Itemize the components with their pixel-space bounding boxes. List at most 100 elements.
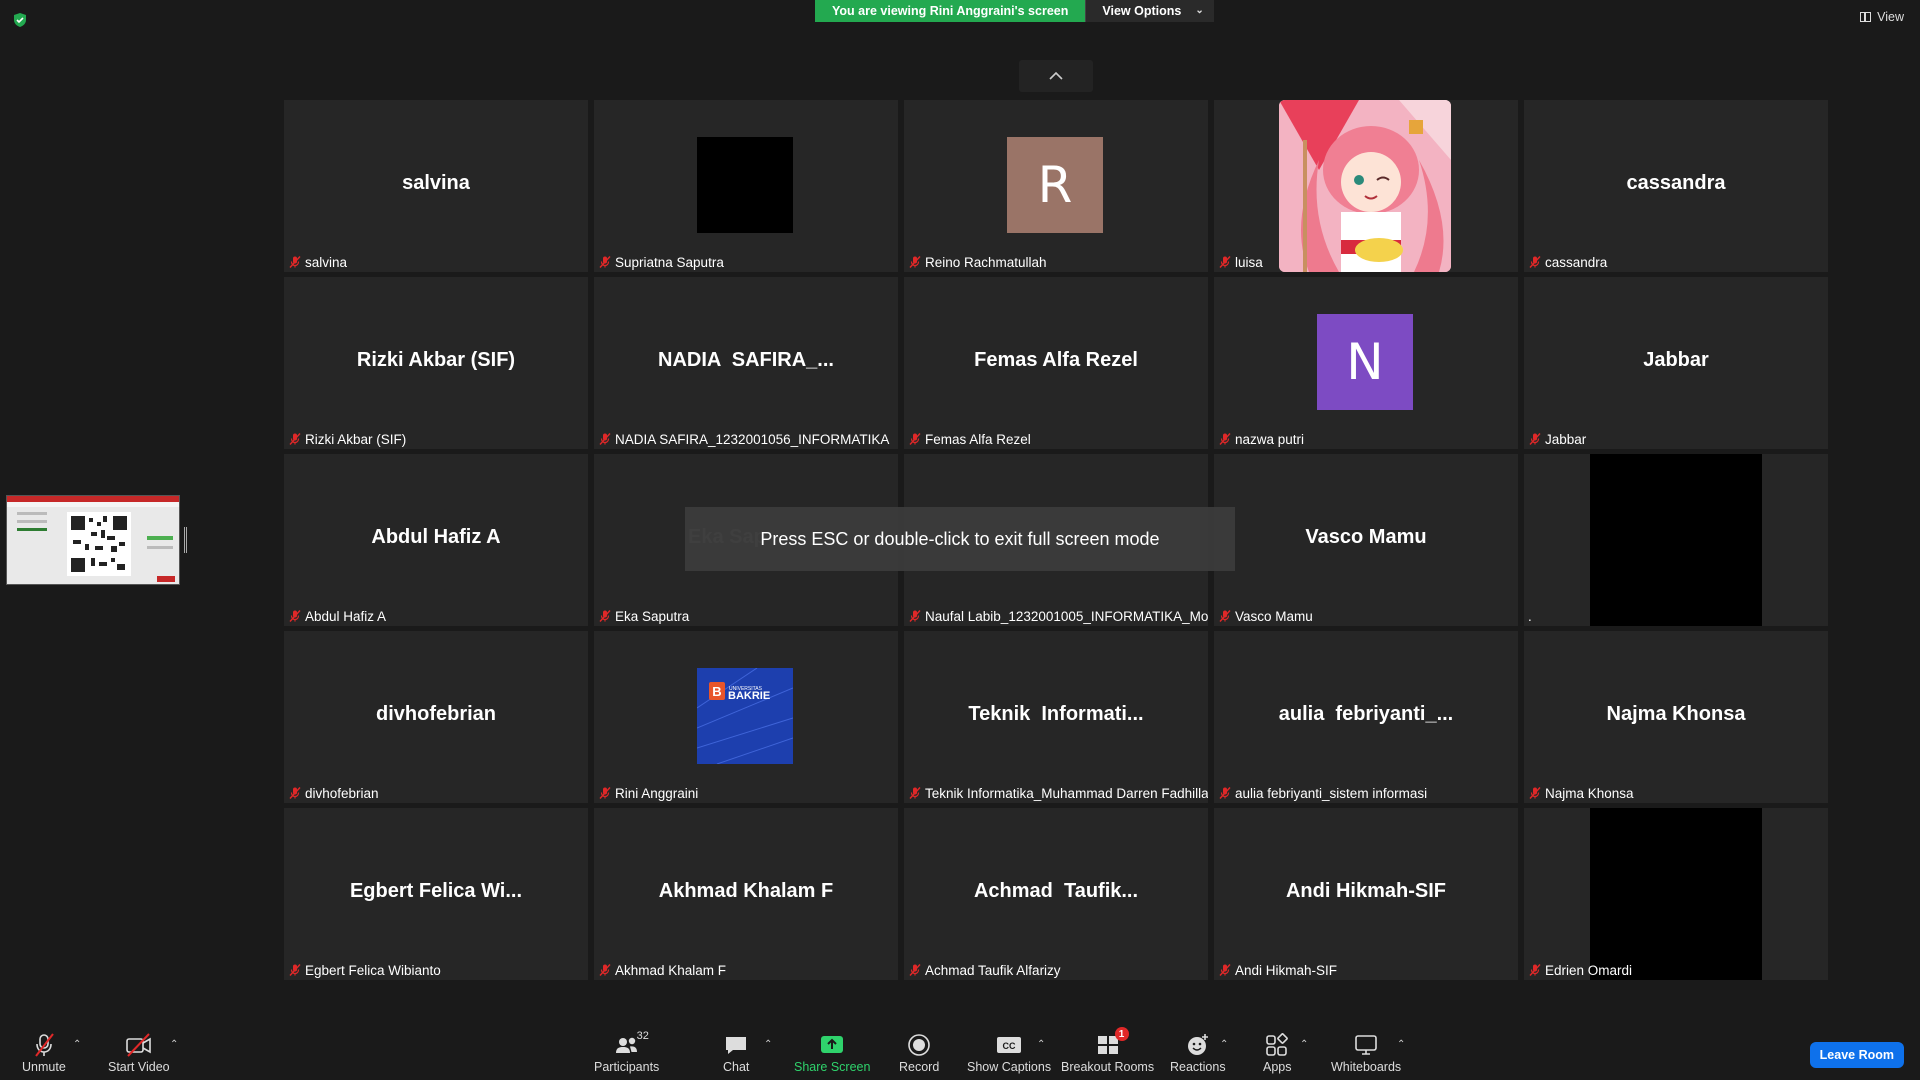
participant-tile[interactable]: Akhmad Khalam F Akhmad Khalam F <box>594 808 898 980</box>
whiteboards-options-caret-icon[interactable]: ⌃ <box>1397 1039 1405 1050</box>
apps-label: Apps <box>1263 1060 1292 1074</box>
screen-share-banner: You are viewing Rini Anggraini's screen … <box>815 0 1214 22</box>
captions-options-caret-icon[interactable]: ⌃ <box>1037 1039 1045 1050</box>
participant-display-name: cassandra <box>1626 172 1726 194</box>
participant-label: Rizki Akbar (SIF) <box>288 429 410 449</box>
participants-button[interactable]: 32 Participants <box>594 1030 659 1074</box>
participant-name: Rini Anggraini <box>615 785 699 801</box>
unmute-button[interactable]: Unmute <box>22 1032 66 1074</box>
participant-display-name: Andi Hikmah-SIF <box>1285 880 1446 902</box>
participant-name: Abdul Hafiz A <box>305 608 387 624</box>
mic-muted-icon <box>1529 964 1541 976</box>
mic-muted-icon <box>909 256 921 268</box>
participant-tile[interactable]: cassandra cassandra <box>1524 100 1828 272</box>
participants-count: 32 <box>636 1030 649 1042</box>
participant-display-name: Egbert Felica Wi... <box>349 880 523 902</box>
mic-muted-icon <box>909 433 921 445</box>
participant-label: Teknik Informatika_Muhammad Darren Fadhi… <box>908 783 1208 803</box>
participant-tile[interactable]: R Reino Rachmatullah <box>904 100 1208 272</box>
participant-tile[interactable]: B UNIVERSITAS BAKRIE Rini Anggraini <box>594 631 898 803</box>
participant-label: Naufal Labib_1232001005_INFORMATIKA_Mon.… <box>908 606 1208 626</box>
whiteboards-button[interactable]: Whiteboards <box>1331 1032 1401 1074</box>
captions-icon: CC <box>997 1037 1022 1053</box>
participant-tile[interactable]: aulia febriyanti_... aulia febriyanti_si… <box>1214 631 1518 803</box>
leave-room-button[interactable]: Leave Room <box>1809 1042 1904 1068</box>
mic-muted-icon <box>289 964 301 976</box>
participant-tile[interactable]: luisa <box>1214 100 1518 272</box>
participant-name: cassandra <box>1545 254 1608 270</box>
unmute-label: Unmute <box>22 1060 66 1074</box>
record-button[interactable]: Record <box>899 1032 939 1074</box>
participant-display-name: Akhmad Khalam F <box>658 880 834 902</box>
chevron-up-icon <box>1049 71 1063 80</box>
participant-tile[interactable]: Femas Alfa Rezel Femas Alfa Rezel <box>904 277 1208 449</box>
reactions-options-caret-icon[interactable]: ⌃ <box>1220 1039 1228 1050</box>
show-captions-label: Show Captions <box>967 1060 1052 1074</box>
participant-tile[interactable]: Vasco Mamu Vasco Mamu <box>1214 454 1518 626</box>
participant-tile[interactable]: Andi Hikmah-SIF Andi Hikmah-SIF <box>1214 808 1518 980</box>
chat-options-caret-icon[interactable]: ⌃ <box>764 1039 772 1050</box>
view-options-button[interactable]: View Options ⌄ <box>1085 0 1214 22</box>
shared-screen-thumbnail[interactable] <box>6 495 180 585</box>
participant-name: luisa <box>1235 254 1263 270</box>
participant-tile[interactable]: salvina salvina <box>284 100 588 272</box>
mic-muted-icon <box>1529 433 1541 445</box>
university-logo: B UNIVERSITAS BAKRIE <box>697 668 793 764</box>
participant-name: Eka Saputra <box>615 608 690 624</box>
view-button[interactable]: View <box>1860 10 1904 24</box>
participant-tile[interactable]: Egbert Felica Wi... Egbert Felica Wibian… <box>284 808 588 980</box>
participant-tile[interactable]: . <box>1524 454 1828 626</box>
mic-muted-icon <box>289 256 301 268</box>
apps-options-caret-icon[interactable]: ⌃ <box>1300 1039 1308 1050</box>
mic-muted-icon <box>1219 787 1231 799</box>
participant-tile[interactable]: Abdul Hafiz A Abdul Hafiz A <box>284 454 588 626</box>
participant-name: NADIA SAFIRA_1232001056_INFORMATIKA <box>615 431 890 447</box>
participant-tile[interactable]: Supriatna Saputra <box>594 100 898 272</box>
participant-tile[interactable]: NADIA SAFIRA_... NADIA SAFIRA_1232001056… <box>594 277 898 449</box>
mic-muted-icon <box>1219 964 1231 976</box>
breakout-rooms-label: Breakout Rooms <box>1061 1060 1155 1074</box>
participant-name: Teknik Informatika_Muhammad Darren Fadhi… <box>925 785 1208 801</box>
participant-name: nazwa putri <box>1235 431 1305 447</box>
participant-label: luisa <box>1218 252 1267 272</box>
view-layout-icon <box>1860 12 1872 22</box>
breakout-rooms-button[interactable]: 1 Breakout Rooms <box>1061 1027 1155 1074</box>
participant-tile[interactable]: Rizki Akbar (SIF) Rizki Akbar (SIF) <box>284 277 588 449</box>
participant-tile[interactable]: Achmad Taufik... Achmad Taufik Alfarizy <box>904 808 1208 980</box>
view-options-label: View Options <box>1102 4 1182 18</box>
collapse-gallery-button[interactable] <box>1019 60 1093 92</box>
mic-muted-icon <box>1219 256 1231 268</box>
mic-muted-icon <box>35 1033 54 1057</box>
participant-name: Egbert Felica Wibianto <box>305 962 441 978</box>
profile-picture-anime <box>1279 100 1451 272</box>
record-label: Record <box>899 1060 940 1074</box>
whiteboard-icon <box>1355 1035 1377 1055</box>
participant-display-name: Femas Alfa Rezel <box>974 349 1138 371</box>
participant-display-name: NADIA SAFIRA_... <box>658 349 834 371</box>
participant-name: salvina <box>305 254 348 270</box>
chat-icon <box>726 1037 747 1054</box>
participant-tile[interactable]: divhofebrian divhofebrian <box>284 631 588 803</box>
chat-button[interactable]: Chat <box>723 1032 749 1074</box>
share-screen-icon <box>821 1036 844 1053</box>
thumbnail-drag-handle[interactable] <box>184 527 187 553</box>
mic-muted-icon <box>599 964 611 976</box>
participant-label: Akhmad Khalam F <box>598 960 730 980</box>
profile-picture <box>697 137 793 233</box>
audio-options-caret-icon[interactable]: ⌃ <box>73 1039 81 1050</box>
security-shield-icon[interactable] <box>12 12 28 28</box>
participant-tile[interactable]: Najma Khonsa Najma Khonsa <box>1524 631 1828 803</box>
participant-tile[interactable]: Jabbar Jabbar <box>1524 277 1828 449</box>
viewing-screen-label: You are viewing Rini Anggraini's screen <box>815 0 1086 22</box>
participant-tile[interactable]: Edrien Omardi <box>1524 808 1828 980</box>
participant-display-name: Abdul Hafiz A <box>371 526 501 548</box>
start-video-button[interactable]: Start Video <box>108 1032 170 1074</box>
mic-muted-icon <box>289 610 301 622</box>
apps-button[interactable]: Apps <box>1263 1032 1292 1074</box>
video-options-caret-icon[interactable]: ⌃ <box>170 1039 178 1050</box>
participant-tile[interactable]: Teknik Informati... Teknik Informatika_M… <box>904 631 1208 803</box>
participant-tile[interactable]: N nazwa putri <box>1214 277 1518 449</box>
breakout-badge: 1 <box>1114 1027 1129 1041</box>
reactions-button[interactable]: Reactions <box>1170 1032 1226 1074</box>
share-screen-button[interactable]: Share Screen <box>794 1032 870 1074</box>
